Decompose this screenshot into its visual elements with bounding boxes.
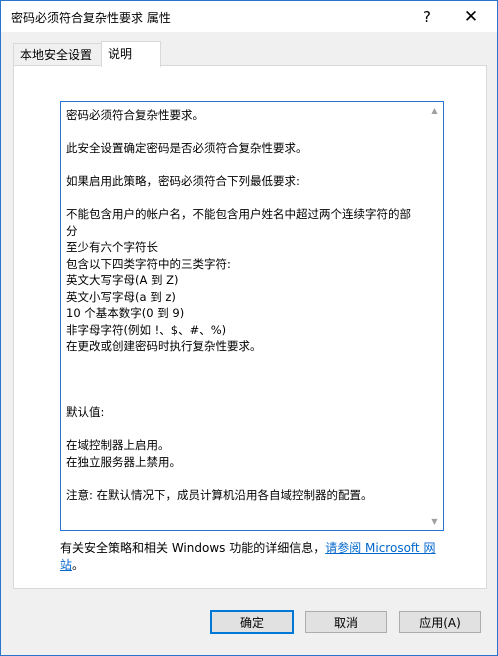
close-icon[interactable]: ✕ bbox=[449, 1, 493, 32]
explain-tab-panel: 密码必须符合复杂性要求。 此安全设置确定密码是否必须符合复杂性要求。 如果启用此… bbox=[13, 65, 487, 589]
vertical-scrollbar[interactable]: ▲ ▼ bbox=[426, 102, 443, 530]
explain-textbox[interactable]: 密码必须符合复杂性要求。 此安全设置确定密码是否必须符合复杂性要求。 如果启用此… bbox=[60, 101, 444, 531]
apply-button[interactable]: 应用(A) bbox=[399, 611, 481, 633]
tab-local-security-setting[interactable]: 本地安全设置 bbox=[13, 43, 105, 66]
properties-dialog: 密码必须符合复杂性要求 属性 ? ✕ 本地安全设置 说明 密码必须符合复杂性要求… bbox=[0, 0, 498, 656]
title-bar: 密码必须符合复杂性要求 属性 ? ✕ bbox=[1, 1, 497, 32]
more-info-prefix: 有关安全策略和相关 Windows 功能的详细信息， bbox=[60, 541, 326, 555]
ok-button[interactable]: 确定 bbox=[210, 610, 294, 634]
explain-text: 密码必须符合复杂性要求。 此安全设置确定密码是否必须符合复杂性要求。 如果启用此… bbox=[66, 108, 411, 502]
cancel-button[interactable]: 取消 bbox=[305, 611, 387, 633]
tab-explain[interactable]: 说明 bbox=[101, 41, 161, 67]
tab-strip: 本地安全设置 说明 bbox=[13, 41, 485, 67]
scroll-up-arrow-icon[interactable]: ▲ bbox=[426, 102, 443, 119]
more-info-text: 有关安全策略和相关 Windows 功能的详细信息，请参阅 Microsoft … bbox=[60, 540, 452, 574]
scroll-down-arrow-icon[interactable]: ▼ bbox=[426, 513, 443, 530]
more-info-suffix: 。 bbox=[72, 558, 85, 572]
window-title: 密码必须符合复杂性要求 属性 bbox=[11, 11, 171, 25]
help-button[interactable]: ? bbox=[405, 1, 449, 32]
